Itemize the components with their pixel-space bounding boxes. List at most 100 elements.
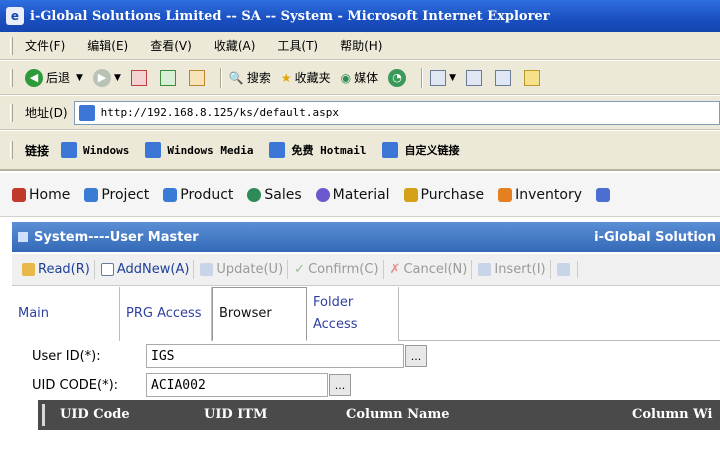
tab-label: Main [18, 306, 50, 321]
cancel-button[interactable]: ✗ Cancel(N) [386, 260, 473, 279]
history-button[interactable]: ◔ [388, 68, 409, 87]
grid-header: UID Code UID ITM Column Name Column Wi [38, 400, 720, 430]
read-label: Read(R) [38, 262, 90, 277]
user-id-label: User ID(*): [32, 348, 101, 364]
uid-code-input[interactable]: ACIA002 [146, 373, 328, 397]
toolbar-grip[interactable] [10, 103, 13, 122]
link-windows-media[interactable]: Windows Media [145, 142, 253, 158]
back-arrow-icon: ◀ [25, 68, 43, 87]
link-label: 自定义链接 [404, 144, 460, 157]
home-icon [12, 187, 26, 202]
uid-code-label: UID CODE(*): [32, 377, 119, 393]
menu-tools[interactable]: 工具(T) [277, 37, 318, 54]
menu-help[interactable]: 帮助(H) [340, 37, 382, 54]
toolbar-grip[interactable] [10, 141, 13, 159]
action-toolbar: Read(R) AddNew(A) Update(U) ✓ Confirm(C) … [12, 254, 720, 286]
forward-button[interactable]: ▶ ▼ [92, 68, 121, 87]
user-id-lookup-button[interactable]: ... [405, 345, 427, 367]
panel-brand: i-Global Solution [594, 229, 716, 245]
mail-icon [430, 69, 447, 86]
nav-inventory[interactable]: Inventory [498, 187, 582, 203]
search-icon: 🔍 [228, 70, 244, 85]
print-button[interactable] [466, 69, 485, 86]
back-label: 后退 [46, 71, 71, 85]
edit-button[interactable] [495, 69, 514, 86]
standard-toolbar: ◀ 后退 ▼ ▶ ▼ 🔍 搜索 ★ 收藏夹 ◉ 媒体 ◔ ▼ [0, 61, 720, 95]
grid-resize-handle[interactable] [42, 404, 45, 426]
link-custom[interactable]: 自定义链接 [382, 142, 459, 158]
toolbar-separator [421, 67, 423, 88]
cancel-label: Cancel(N) [403, 262, 468, 277]
link-hotmail[interactable]: 免费 Hotmail [269, 142, 366, 158]
refresh-button[interactable] [159, 69, 179, 86]
col-uid-code[interactable]: UID Code [60, 407, 130, 422]
menu-bar: 文件(F) 编辑(E) 查看(V) 收藏(A) 工具(T) 帮助(H) [0, 32, 720, 60]
print-icon [466, 69, 483, 86]
tab-prg-access[interactable]: PRG Access [120, 287, 212, 341]
address-url: http://192.168.8.125/ks/default.aspx [100, 106, 340, 119]
nav-purchase[interactable]: Purchase [403, 187, 484, 203]
search-label: 搜索 [246, 71, 271, 85]
update-label: Update(U) [216, 262, 284, 277]
tab-main[interactable]: Main [12, 287, 120, 341]
page-icon [61, 142, 78, 158]
panel-header: System----User Master i-Global Solution [12, 222, 720, 252]
back-button[interactable]: ◀ 后退 ▼ [25, 68, 83, 87]
system-icon[interactable] [596, 187, 610, 202]
uid-code-row: UID CODE(*): ACIA002 ... [32, 373, 351, 397]
nav-home[interactable]: Home [12, 187, 70, 203]
address-input[interactable]: http://192.168.8.125/ks/default.aspx [73, 100, 720, 125]
page-icon [78, 104, 95, 121]
more-button[interactable] [553, 261, 578, 278]
col-column-width[interactable]: Column Wi [632, 407, 712, 422]
nav-label: Sales [264, 186, 302, 203]
project-icon [84, 187, 99, 202]
chevron-down-icon[interactable]: ▼ [114, 73, 121, 83]
col-column-name[interactable]: Column Name [346, 407, 449, 422]
home-button[interactable] [188, 69, 208, 86]
addnew-label: AddNew(A) [116, 262, 190, 277]
search-button[interactable]: 🔍 搜索 [229, 69, 271, 86]
nav-sales[interactable]: Sales [247, 186, 302, 203]
stop-button[interactable] [130, 69, 150, 86]
nav-product[interactable]: Product [163, 187, 233, 203]
favorites-button[interactable]: ★ 收藏夹 [281, 69, 331, 86]
toolbar-grip[interactable] [10, 36, 13, 55]
insert-icon [478, 263, 492, 276]
tab-browser[interactable]: Browser [212, 287, 307, 341]
read-button[interactable]: Read(R) [18, 260, 95, 279]
tab-label: Folder Access [313, 295, 358, 332]
update-icon [200, 263, 214, 276]
nav-label: Home [29, 186, 71, 203]
menu-edit[interactable]: 编辑(E) [87, 37, 128, 54]
chevron-down-icon[interactable]: ▼ [449, 73, 456, 83]
link-windows[interactable]: Windows [61, 142, 129, 158]
toolbar-grip[interactable] [10, 68, 13, 87]
col-uid-itm[interactable]: UID ITM [204, 407, 267, 422]
confirm-button[interactable]: ✓ Confirm(C) [290, 260, 384, 279]
insert-button[interactable]: Insert(I) [474, 260, 551, 279]
panel-icon [18, 232, 28, 242]
checkmark-icon: ✓ [294, 262, 306, 277]
nav-material[interactable]: Material [315, 187, 390, 203]
mail-button[interactable]: ▼ [430, 69, 456, 86]
chevron-down-icon[interactable]: ▼ [76, 73, 83, 83]
menu-view[interactable]: 查看(V) [150, 37, 192, 54]
folder-open-icon [22, 263, 35, 276]
media-button[interactable]: ◉ 媒体 [341, 69, 379, 86]
folder-button[interactable] [524, 69, 543, 86]
link-label: 免费 Hotmail [291, 144, 367, 157]
tab-label: PRG Access [126, 306, 202, 321]
uid-code-lookup-button[interactable]: ... [329, 374, 351, 396]
link-label: Windows [83, 143, 130, 157]
update-button[interactable]: Update(U) [196, 260, 289, 279]
user-id-input[interactable]: IGS [146, 344, 404, 368]
tab-folder-access[interactable]: Folder Access [307, 287, 399, 341]
menu-favorites[interactable]: 收藏(A) [214, 37, 256, 54]
product-icon [163, 187, 178, 202]
addnew-button[interactable]: AddNew(A) [97, 260, 195, 279]
menu-file[interactable]: 文件(F) [25, 37, 65, 54]
nav-project[interactable]: Project [84, 187, 149, 203]
folder-icon [524, 69, 541, 86]
window-title-bar[interactable]: e i-Global Solutions Limited -- SA -- Sy… [0, 0, 720, 32]
